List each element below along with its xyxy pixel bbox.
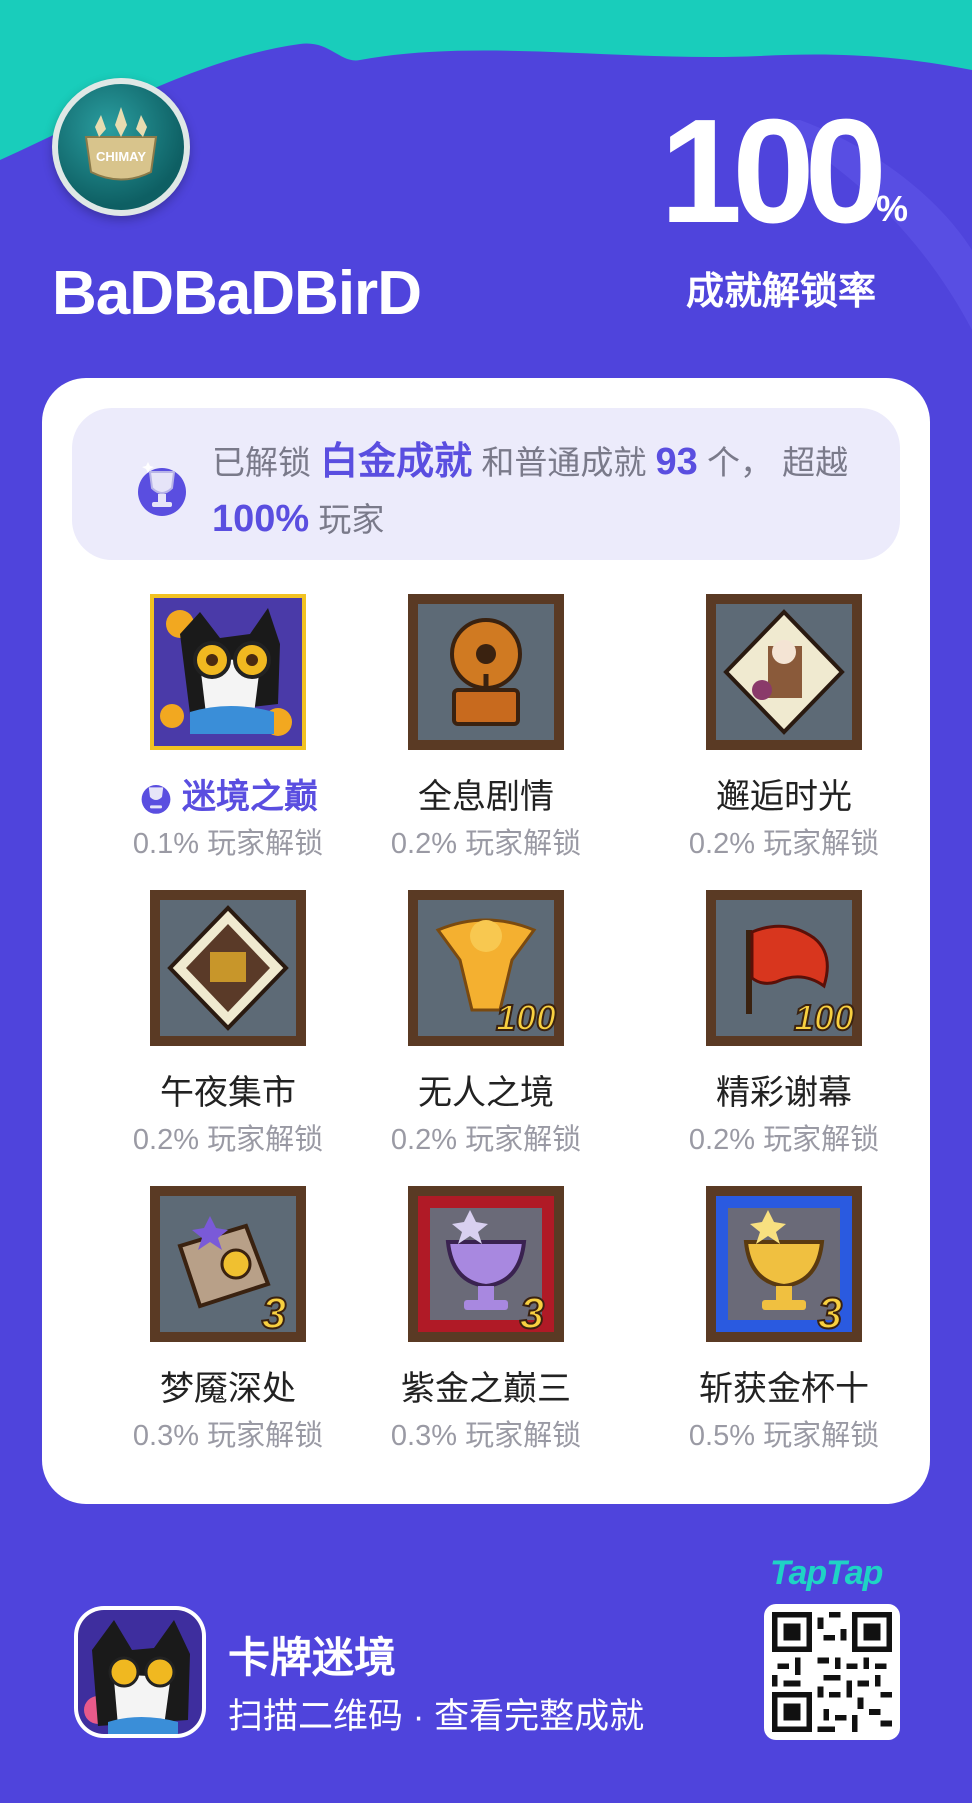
game-title: 卡牌迷境 [228, 1634, 397, 1681]
achievement-item[interactable]: 迷境之巅 0.1% 玩家解锁 [108, 594, 348, 864]
game-app-icon[interactable] [74, 1606, 206, 1738]
red-flag-icon: 100 [706, 890, 862, 1046]
achievement-name-row: 迷境之巅 [108, 774, 348, 820]
summary-banner: 已解锁 白金成就 和普通成就 93 个， 超越 100% 玩家 [72, 408, 900, 560]
achievement-name: 午夜集市 [160, 1074, 296, 1112]
taptap-logo: TapTap [770, 1554, 883, 1592]
summary-text: 已解锁 白金成就 和普通成就 93 个， 超越 100% 玩家 [212, 434, 860, 548]
badge-number: 100 [794, 997, 854, 1038]
qr-code[interactable] [764, 1604, 900, 1740]
achievement-rate: 0.2% 玩家解锁 [132, 1124, 324, 1156]
platinum-trophy-icon [138, 462, 186, 516]
puzzle-market-icon [150, 890, 306, 1046]
achievement-name: 梦魇深处 [160, 1370, 296, 1408]
qr-code-icon [772, 1612, 892, 1732]
unlock-rate-value: 100 [660, 89, 887, 254]
badge-number: 100 [496, 997, 556, 1038]
achievement-rate: 0.5% 玩家解锁 [688, 1420, 880, 1452]
achievement-name: 邂逅时光 [716, 778, 852, 816]
achievement-rate: 0.2% 玩家解锁 [688, 1124, 880, 1156]
summary-platinum-label: 白金成就 [320, 441, 473, 483]
achievement-item[interactable]: 100 精彩谢幕 0.2% 玩家解锁 [664, 890, 904, 1160]
achievement-name: 无人之境 [418, 1074, 554, 1112]
achievement-item[interactable]: 100 无人之境 0.2% 玩家解锁 [366, 890, 606, 1160]
unlock-rate-label: 成就解锁率 [686, 271, 877, 313]
summary-part1: 已解锁 [212, 444, 321, 481]
summary-percent: 100% [212, 498, 310, 540]
achievement-rate: 0.2% 玩家解锁 [688, 828, 880, 860]
achievement-item[interactable]: 午夜集市 0.2% 玩家解锁 [108, 890, 348, 1160]
achievement-name: 精彩谢幕 [716, 1074, 852, 1112]
achievement-name: 紫金之巅三 [401, 1370, 571, 1408]
badge-number: 3 [262, 1289, 286, 1338]
achievement-item[interactable]: 3 斩获金杯十 0.5% 玩家解锁 [664, 1186, 904, 1456]
badge-number: 3 [818, 1289, 842, 1338]
avatar-text: CHIMAY [96, 149, 146, 164]
golden-bird-icon: 100 [408, 890, 564, 1046]
username: BaDBaDBirD [52, 259, 422, 328]
achievement-card: 已解锁 白金成就 和普通成就 93 个， 超越 100% 玩家 迷境之巅 0.1… [42, 378, 930, 1504]
scroll-icon: 3 [150, 1186, 306, 1342]
chimay-crest-icon: CHIMAY [58, 84, 184, 210]
footer-subtitle: 扫描二维码 · 查看完整成就 [228, 1697, 645, 1736]
summary-count: 93 [655, 441, 698, 483]
puzzle-piece-icon [706, 594, 862, 750]
platinum-trophy-icon [141, 785, 171, 814]
cat-portrait-icon [78, 1610, 202, 1734]
achievement-rate: 0.3% 玩家解锁 [390, 1420, 582, 1452]
unlock-rate-percent-sign: % [876, 188, 909, 229]
achievement-rate: 0.2% 玩家解锁 [390, 828, 582, 860]
achievement-item[interactable]: 邂逅时光 0.2% 玩家解锁 [664, 594, 904, 864]
achievement-rate: 0.2% 玩家解锁 [390, 1124, 582, 1156]
achievement-name: 斩获金杯十 [699, 1370, 869, 1408]
achievement-item[interactable]: 全息剧情 0.2% 玩家解锁 [366, 594, 606, 864]
badge-number: 3 [520, 1289, 544, 1338]
summary-part2: 和普通成就 [472, 444, 656, 481]
achievement-item[interactable]: 3 梦魇深处 0.3% 玩家解锁 [108, 1186, 348, 1456]
profile-avatar[interactable]: CHIMAY [52, 78, 190, 216]
achievement-item[interactable]: 3 紫金之巅三 0.3% 玩家解锁 [366, 1186, 606, 1456]
gold-cup-icon: 3 [706, 1186, 862, 1342]
gramophone-icon [408, 594, 564, 750]
achievement-name: 全息剧情 [418, 778, 554, 816]
purple-cup-icon: 3 [408, 1186, 564, 1342]
cat-portrait-icon [150, 594, 306, 750]
achievement-rate: 0.3% 玩家解锁 [132, 1420, 324, 1452]
achievement-rate: 0.1% 玩家解锁 [132, 828, 324, 860]
achievement-name: 迷境之巅 [182, 778, 318, 816]
summary-part3: 个， 超越 [697, 444, 849, 481]
summary-part4: 玩家 [309, 501, 385, 538]
